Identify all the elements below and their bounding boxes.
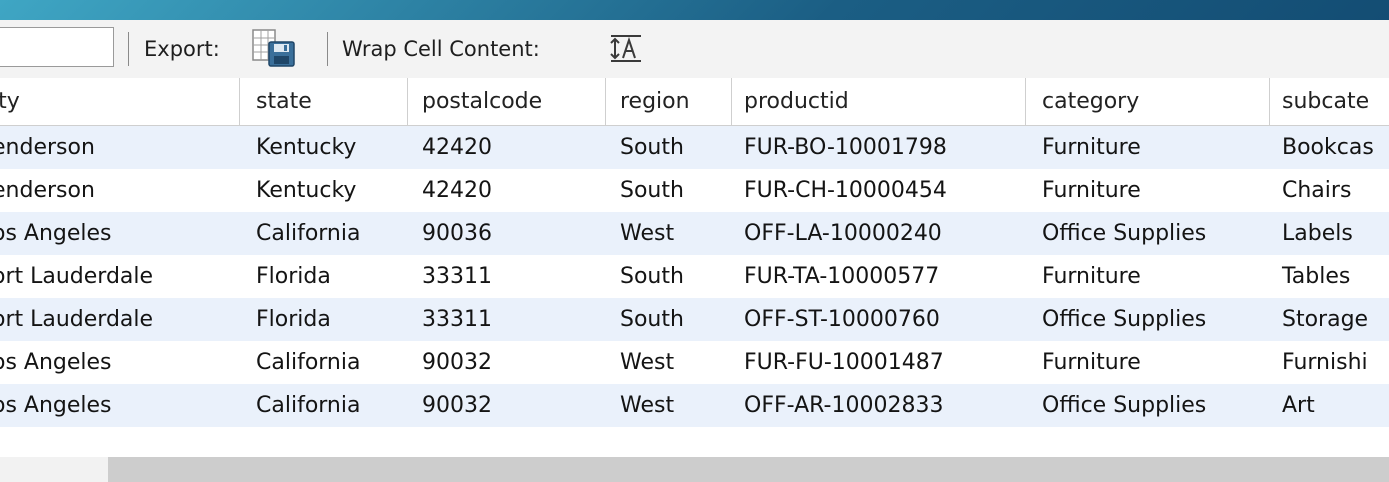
cell-category[interactable]: Furniture	[1026, 341, 1270, 384]
cell-productid[interactable]: FUR-CH-10000454	[732, 169, 1026, 212]
cell-postalcode[interactable]: 33311	[408, 298, 606, 341]
cell-state[interactable]: California	[240, 212, 408, 255]
filter-rows-input[interactable]	[0, 27, 114, 67]
toolbar-separator	[128, 32, 129, 66]
grid-body: enderson Kentucky 42420 South FUR-BO-100…	[0, 126, 1389, 427]
cell-postalcode[interactable]: 33311	[408, 255, 606, 298]
column-header-category[interactable]: category	[1026, 78, 1270, 125]
table-row[interactable]: os Angeles California 90036 West OFF-LA-…	[0, 212, 1389, 255]
cell-state[interactable]: California	[240, 384, 408, 427]
cell-city[interactable]: ort Lauderdale	[0, 298, 240, 341]
cell-city[interactable]: enderson	[0, 169, 240, 212]
cell-state[interactable]: Florida	[240, 255, 408, 298]
column-header-region[interactable]: region	[606, 78, 732, 125]
result-grid: ity state postalcode region productid ca…	[0, 78, 1389, 427]
cell-city[interactable]: os Angeles	[0, 384, 240, 427]
cell-city[interactable]: os Angeles	[0, 341, 240, 384]
cell-productid[interactable]: OFF-ST-10000760	[732, 298, 1026, 341]
cell-region[interactable]: West	[606, 341, 732, 384]
column-header-city[interactable]: ity	[0, 78, 240, 125]
cell-postalcode[interactable]: 42420	[408, 126, 606, 169]
cell-productid[interactable]: OFF-LA-10000240	[732, 212, 1026, 255]
cell-category[interactable]: Furniture	[1026, 126, 1270, 169]
cell-subcategory[interactable]: Storage	[1270, 298, 1389, 341]
cell-region[interactable]: South	[606, 255, 732, 298]
horizontal-scrollbar[interactable]	[0, 457, 1389, 482]
column-header-productid[interactable]: productid	[732, 78, 1026, 125]
column-header-subcategory[interactable]: subcate	[1270, 78, 1389, 125]
cell-productid[interactable]: FUR-BO-10001798	[732, 126, 1026, 169]
cell-subcategory[interactable]: Chairs	[1270, 169, 1389, 212]
cell-category[interactable]: Furniture	[1026, 255, 1270, 298]
cell-city[interactable]: enderson	[0, 126, 240, 169]
cell-city[interactable]: os Angeles	[0, 212, 240, 255]
table-row[interactable]: os Angeles California 90032 West FUR-FU-…	[0, 341, 1389, 384]
cell-state[interactable]: Kentucky	[240, 126, 408, 169]
table-row[interactable]: enderson Kentucky 42420 South FUR-CH-100…	[0, 169, 1389, 212]
export-to-file-icon[interactable]	[252, 29, 296, 67]
cell-category[interactable]: Office Supplies	[1026, 298, 1270, 341]
cell-postalcode[interactable]: 90032	[408, 341, 606, 384]
table-row[interactable]: ort Lauderdale Florida 33311 South OFF-S…	[0, 298, 1389, 341]
table-row[interactable]: os Angeles California 90032 West OFF-AR-…	[0, 384, 1389, 427]
cell-region[interactable]: South	[606, 126, 732, 169]
cell-region[interactable]: South	[606, 169, 732, 212]
cell-city[interactable]: ort Lauderdale	[0, 255, 240, 298]
cell-postalcode[interactable]: 90032	[408, 384, 606, 427]
table-row[interactable]: enderson Kentucky 42420 South FUR-BO-100…	[0, 126, 1389, 169]
cell-state[interactable]: Florida	[240, 298, 408, 341]
cell-productid[interactable]: FUR-TA-10000577	[732, 255, 1026, 298]
result-grid-panel: Export: Wrap Cell Content: ty state post…	[0, 20, 1389, 482]
cell-productid[interactable]: FUR-FU-10001487	[732, 341, 1026, 384]
cell-region[interactable]: West	[606, 212, 732, 255]
cell-subcategory[interactable]: Bookcas	[1270, 126, 1389, 169]
cell-productid[interactable]: OFF-AR-10002833	[732, 384, 1026, 427]
column-header-postalcode[interactable]: postalcode	[408, 78, 606, 125]
cell-state[interactable]: Kentucky	[240, 169, 408, 212]
column-header-state[interactable]: state	[240, 78, 408, 125]
cell-subcategory[interactable]: Labels	[1270, 212, 1389, 255]
result-grid-toolbar: Export: Wrap Cell Content:	[0, 20, 1389, 78]
cell-subcategory[interactable]: Furnishi	[1270, 341, 1389, 384]
cell-subcategory[interactable]: Art	[1270, 384, 1389, 427]
cell-region[interactable]: West	[606, 384, 732, 427]
horizontal-scrollbar-thumb[interactable]	[108, 457, 1389, 482]
cell-category[interactable]: Furniture	[1026, 169, 1270, 212]
cell-category[interactable]: Office Supplies	[1026, 212, 1270, 255]
cell-region[interactable]: South	[606, 298, 732, 341]
toolbar-separator	[327, 32, 328, 66]
cell-state[interactable]: California	[240, 341, 408, 384]
cell-postalcode[interactable]: 90036	[408, 212, 606, 255]
cell-subcategory[interactable]: Tables	[1270, 255, 1389, 298]
cell-category[interactable]: Office Supplies	[1026, 384, 1270, 427]
cell-postalcode[interactable]: 42420	[408, 169, 606, 212]
grid-header-row: ity state postalcode region productid ca…	[0, 78, 1389, 126]
wrap-text-icon[interactable]	[609, 33, 643, 63]
table-row[interactable]: ort Lauderdale Florida 33311 South FUR-T…	[0, 255, 1389, 298]
wrap-cell-content-label: Wrap Cell Content:	[342, 37, 540, 61]
export-label: Export:	[144, 37, 220, 61]
